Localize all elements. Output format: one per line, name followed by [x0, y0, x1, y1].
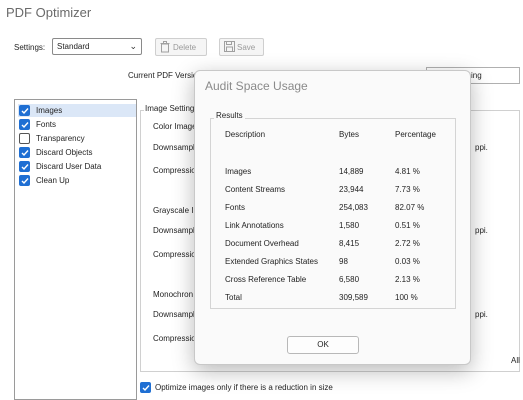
sidebar-item-label: Images	[36, 106, 63, 115]
downsample-label: Downsampl	[153, 226, 195, 235]
row-percentage: 7.73 %	[395, 185, 420, 194]
column-header-description: Description	[225, 130, 266, 139]
row-percentage: 0.51 %	[395, 221, 420, 230]
checkbox-checked-icon[interactable]	[19, 175, 30, 186]
row-description: Link Annotations	[225, 221, 284, 230]
compatibility-select-value: ing	[471, 71, 482, 80]
sidebar-item-label: Transparency	[36, 134, 85, 143]
settings-category-list: Images Fonts Transparency Discard Object…	[14, 99, 137, 400]
row-percentage: 4.81 %	[395, 167, 420, 176]
all-partial-label: All	[511, 356, 520, 365]
table-row: Content Streams 23,944 7.73 %	[195, 185, 472, 199]
row-description: Fonts	[225, 203, 246, 212]
ppi-unit-label: ppi.	[475, 143, 488, 152]
monochrome-images-label: Monochron	[153, 290, 194, 299]
sidebar-item-fonts[interactable]: Fonts	[18, 118, 136, 131]
row-description: Document Overhead	[225, 239, 299, 248]
table-row: Document Overhead 8,415 2.72 %	[195, 239, 472, 253]
save-button-label: Save	[237, 43, 256, 52]
checkbox-checked-icon[interactable]	[19, 119, 30, 130]
save-button[interactable]: Save	[219, 38, 264, 56]
row-description: Content Streams	[225, 185, 286, 194]
ppi-unit-label: ppi.	[475, 226, 488, 235]
checkbox-checked-icon[interactable]	[140, 382, 151, 393]
row-description: Cross Reference Table	[225, 275, 307, 284]
current-pdf-version-label: Current PDF Version	[128, 71, 202, 80]
table-row: Images 14,889 4.81 %	[195, 167, 472, 181]
checkbox-checked-icon[interactable]	[19, 161, 30, 172]
window-title: PDF Optimizer	[6, 5, 92, 20]
row-percentage: 2.13 %	[395, 275, 420, 284]
settings-select-value: Standard	[57, 42, 90, 51]
sidebar-item-label: Discard Objects	[36, 148, 93, 157]
compression-label: Compressio	[153, 166, 196, 175]
compression-label: Compressio	[153, 334, 196, 343]
row-bytes: 14,889	[339, 167, 364, 176]
delete-button[interactable]: Delete	[155, 38, 207, 56]
sidebar-item-label: Clean Up	[36, 176, 70, 185]
row-percentage: 0.03 %	[395, 257, 420, 266]
row-bytes: 254,083	[339, 203, 368, 212]
downsample-label: Downsampl	[153, 143, 195, 152]
checkbox-checked-icon[interactable]	[19, 147, 30, 158]
row-bytes: 8,415	[339, 239, 360, 248]
color-images-label: Color Image	[153, 122, 197, 131]
checkbox-checked-icon[interactable]	[19, 105, 30, 116]
save-icon	[224, 41, 235, 54]
column-header-percentage: Percentage	[395, 130, 436, 139]
results-label: Results	[214, 111, 245, 120]
row-description: Extended Graphics States	[225, 257, 318, 266]
table-row: Extended Graphics States 98 0.03 %	[195, 257, 472, 271]
row-bytes: 1,580	[339, 221, 360, 230]
settings-label: Settings:	[14, 43, 46, 52]
sidebar-item-label: Discard User Data	[36, 162, 102, 171]
ok-button[interactable]: OK	[287, 336, 359, 354]
row-bytes: 98	[339, 257, 348, 266]
image-settings-label: Image Settings	[144, 104, 200, 113]
row-percentage: 82.07 %	[395, 203, 425, 212]
downsample-label: Downsampl	[153, 310, 195, 319]
row-bytes: 309,589	[339, 293, 368, 302]
row-description: Total	[225, 293, 242, 302]
delete-button-label: Delete	[173, 43, 197, 52]
table-row: Link Annotations 1,580 0.51 %	[195, 221, 472, 235]
table-row: Fonts 254,083 82.07 %	[195, 203, 472, 217]
row-bytes: 6,580	[339, 275, 360, 284]
sidebar-item-discard-user-data[interactable]: Discard User Data	[18, 160, 136, 173]
table-row: Cross Reference Table 6,580 2.13 %	[195, 275, 472, 289]
settings-select[interactable]: Standard ⌄	[52, 38, 142, 55]
sidebar-item-transparency[interactable]: Transparency	[18, 132, 136, 145]
row-bytes: 23,944	[339, 185, 364, 194]
sidebar-item-clean-up[interactable]: Clean Up	[18, 174, 136, 187]
audit-space-usage-dialog: Audit Space Usage Results Description By…	[194, 70, 471, 365]
checkbox-unchecked-icon[interactable]	[19, 133, 30, 144]
sidebar-item-images[interactable]: Images	[18, 104, 136, 117]
trash-icon	[160, 41, 170, 55]
dialog-title: Audit Space Usage	[205, 79, 308, 93]
optimize-images-label: Optimize images only if there is a reduc…	[155, 383, 333, 392]
sidebar-item-discard-objects[interactable]: Discard Objects	[18, 146, 136, 159]
ppi-unit-label: ppi.	[475, 310, 488, 319]
row-percentage: 100 %	[395, 293, 418, 302]
optimize-images-checkbox[interactable]: Optimize images only if there is a reduc…	[140, 381, 340, 395]
table-row-total: Total 309,589 100 %	[195, 293, 472, 307]
sidebar-item-label: Fonts	[36, 120, 57, 129]
grayscale-images-label: Grayscale In	[153, 206, 198, 215]
compression-label: Compressio	[153, 250, 196, 259]
row-description: Images	[225, 167, 252, 176]
row-percentage: 2.72 %	[395, 239, 420, 248]
column-header-bytes: Bytes	[339, 130, 360, 139]
chevron-down-icon: ⌄	[129, 41, 137, 51]
